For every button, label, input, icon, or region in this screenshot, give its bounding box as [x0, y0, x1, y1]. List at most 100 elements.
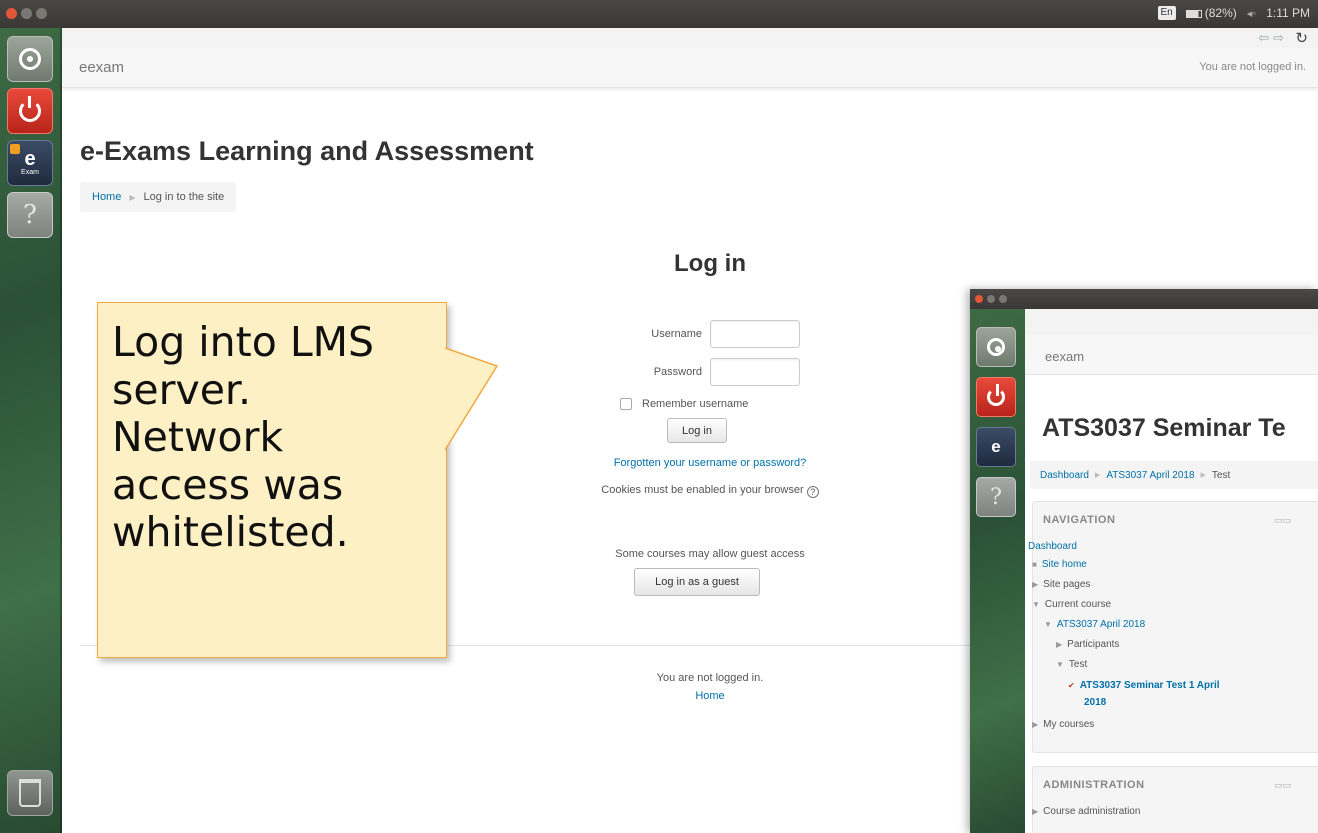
system-tray: En (82%) ◂◦ 1:11 PM — [1157, 6, 1310, 20]
callout-line: access was — [112, 460, 344, 509]
guest-login-button[interactable]: Log in as a guest — [634, 568, 760, 596]
login-button[interactable]: Log in — [667, 418, 727, 443]
help-app-button[interactable]: ? — [7, 192, 53, 238]
dock-block-icon[interactable]: ▭▭ — [1274, 780, 1291, 791]
system-top-bar: En (82%) ◂◦ 1:11 PM — [0, 0, 1318, 28]
bullet-icon: ■ — [1032, 560, 1037, 569]
s2-breadcrumb: Dashboard ▶ ATS3037 April 2018 ▶ Test — [1030, 461, 1318, 489]
password-row: Password — [580, 358, 800, 386]
question-mark-icon: ? — [990, 484, 1002, 510]
shutdown-button[interactable] — [7, 88, 53, 134]
eexam-logo-text: Exam — [21, 169, 39, 176]
collapse-arrow-icon: ▼ — [1056, 660, 1064, 669]
window-close-button[interactable] — [6, 8, 17, 19]
s2-minimize-button[interactable] — [987, 295, 995, 303]
footer-home-link[interactable]: Home — [540, 690, 880, 702]
trash-icon — [19, 779, 41, 807]
window-minimize-button[interactable] — [21, 8, 32, 19]
site-brand-link[interactable]: eexam — [79, 59, 124, 76]
nav-current-course-item[interactable]: ▼ Current course — [1032, 599, 1111, 610]
expand-arrow-icon: ▶ — [1032, 580, 1039, 589]
nav-test-item[interactable]: ▼ Test — [1056, 659, 1087, 670]
quiz-icon: ✔ — [1068, 681, 1075, 690]
username-input[interactable] — [710, 320, 800, 348]
dash-home-button[interactable] — [7, 36, 53, 82]
nav-site-pages-label: Site pages — [1043, 579, 1091, 590]
login-status: You are not logged in. — [1199, 61, 1306, 73]
breadcrumb-separator-icon: ▶ — [1200, 472, 1206, 479]
course-administration-label: Course administration — [1043, 806, 1141, 817]
dock-block-icon[interactable]: ▭▭ — [1274, 515, 1291, 526]
username-row: Username — [580, 320, 800, 348]
nav-current-course-label: Current course — [1044, 599, 1112, 610]
s2-maximize-button[interactable] — [999, 295, 1007, 303]
callout-line: whitelisted. — [112, 508, 349, 557]
breadcrumb-separator-icon: ▶ — [129, 192, 136, 202]
annotation-callout: Log into LMS server. Network access was … — [97, 302, 447, 658]
login-heading: Log in — [674, 250, 746, 277]
cookies-text: Cookies must be enabled in your browser — [601, 484, 804, 496]
callout-line: Log into LMS — [112, 318, 375, 366]
eexam-logo-icon: e — [24, 148, 36, 170]
breadcrumb-current: Log in to the site — [143, 191, 225, 203]
collapse-arrow-icon: ▼ — [1032, 600, 1040, 609]
password-input[interactable] — [710, 358, 800, 386]
s2-breadcrumb-course[interactable]: ATS3037 April 2018 — [1106, 470, 1194, 481]
s2-breadcrumb-dashboard[interactable]: Dashboard — [1040, 470, 1089, 481]
battery-percent: (82%) — [1204, 6, 1237, 20]
clock[interactable]: 1:11 PM — [1266, 6, 1310, 20]
s2-breadcrumb-current: Test — [1211, 469, 1231, 481]
s2-site-header: eexam — [1025, 335, 1318, 375]
s2-close-button[interactable] — [975, 295, 983, 303]
s2-page-title: ATS3037 Seminar Te — [1042, 414, 1286, 442]
nav-quiz-label-line2[interactable]: 2018 — [1084, 697, 1106, 708]
eexam-logo-icon: e — [991, 437, 1001, 456]
footer-login-status: You are not logged in. — [656, 672, 764, 684]
s2-shutdown-button[interactable] — [976, 377, 1016, 417]
power-icon — [987, 384, 1005, 406]
nav-dashboard-link[interactable]: Dashboard — [1028, 541, 1077, 552]
expand-arrow-icon: ▶ — [1032, 720, 1039, 729]
breadcrumb-home-link[interactable]: Home — [92, 191, 121, 203]
remember-username-checkbox[interactable] — [620, 398, 632, 410]
nav-course-label: ATS3037 April 2018 — [1056, 619, 1146, 630]
remember-username-label[interactable]: Remember username — [642, 398, 748, 410]
battery-indicator[interactable]: (82%) — [1185, 6, 1237, 20]
app-launcher: e Exam ? — [0, 28, 62, 833]
nav-course-link[interactable]: ▼ ATS3037 April 2018 — [1044, 619, 1145, 630]
forgot-password-link[interactable]: Forgotten your username or password? — [540, 457, 880, 469]
battery-icon — [1185, 9, 1202, 18]
nav-site-home-link[interactable]: ■ Site home — [1032, 559, 1087, 570]
s2-eexam-button[interactable]: e — [976, 427, 1016, 467]
callout-line: Network — [112, 413, 284, 462]
expand-arrow-icon: ▶ — [1056, 640, 1063, 649]
trash-button[interactable] — [7, 770, 53, 816]
s2-help-button[interactable]: ? — [976, 477, 1016, 517]
s2-launcher: e ? — [970, 309, 1025, 833]
expand-arrow-icon: ▶ — [1032, 807, 1039, 816]
course-administration-item[interactable]: ▶ Course administration — [1032, 806, 1140, 817]
s2-dash-button[interactable] — [976, 327, 1016, 367]
nav-my-courses-label: My courses — [1043, 719, 1095, 730]
keyboard-language-indicator[interactable]: En — [1157, 6, 1176, 20]
guest-access-note: Some courses may allow guest access — [615, 548, 805, 560]
callout-line: server. — [112, 365, 252, 414]
eexam-app-button[interactable]: e Exam — [7, 140, 53, 186]
s2-site-brand-link[interactable]: eexam — [1045, 349, 1084, 364]
cookies-notice: Cookies must be enabled in your browser … — [540, 484, 880, 498]
site-header: eexam You are not logged in. — [62, 48, 1318, 88]
nav-participants-label: Participants — [1067, 639, 1120, 650]
nav-my-courses-item[interactable]: ▶ My courses — [1032, 719, 1094, 730]
help-icon[interactable]: ? — [806, 486, 819, 498]
window-maximize-button[interactable] — [36, 8, 47, 19]
power-icon — [19, 96, 41, 122]
remember-row: Remember username — [620, 398, 748, 410]
back-forward-icon[interactable]: ⇦⇨ — [1258, 30, 1288, 46]
nav-quiz-link[interactable]: ✔ ATS3037 Seminar Test 1 April — [1068, 680, 1220, 691]
nav-participants-item[interactable]: ▶ Participants — [1056, 639, 1119, 650]
reload-icon[interactable]: ↻ — [1295, 29, 1308, 47]
nav-site-pages-item[interactable]: ▶ Site pages — [1032, 579, 1090, 590]
volume-icon[interactable]: ◂◦ — [1247, 7, 1256, 20]
collapse-arrow-icon: ▼ — [1044, 620, 1052, 629]
course-page-screenshot: e ? eexam ATS3037 Seminar Te Dashboard ▶… — [970, 289, 1318, 833]
